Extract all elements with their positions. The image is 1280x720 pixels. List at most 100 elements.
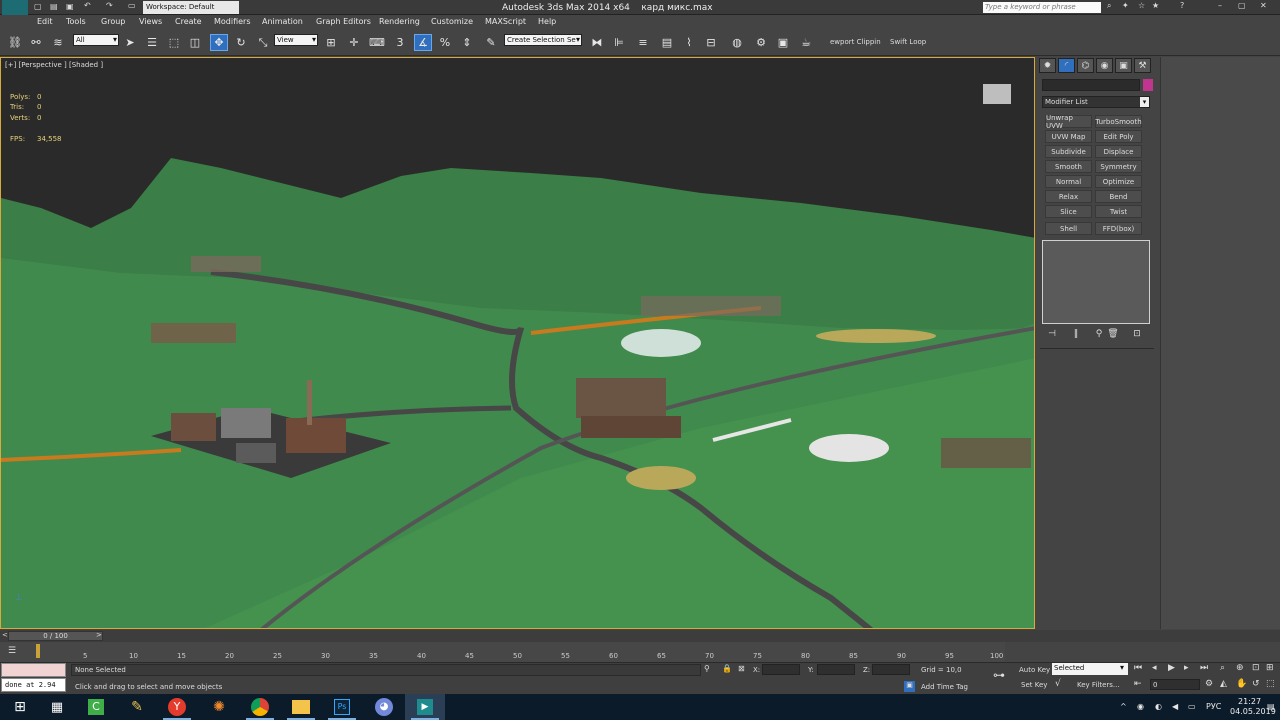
swift-loop-label[interactable]: Swift Loop (890, 38, 926, 46)
spinner-snap-icon[interactable]: ⇕ (458, 34, 476, 51)
play-icon[interactable]: ▶ (1168, 663, 1175, 673)
undo-icon[interactable]: ↶ (84, 1, 91, 10)
language-indicator[interactable]: РУС (1206, 702, 1221, 711)
quick-new-icon[interactable]: ▢ (34, 2, 42, 11)
app-logo[interactable] (2, 0, 28, 15)
window-crossing-icon[interactable]: ◫ (186, 34, 204, 51)
perspective-viewport[interactable]: [+] [Perspective ] [Shaded ] Polys: 0 Tr… (0, 57, 1035, 629)
pan-icon[interactable]: ✋ (1236, 679, 1247, 689)
search-icon[interactable]: ⌕ (1107, 1, 1111, 11)
maxscript-output[interactable]: done at 2.94 (1, 678, 66, 692)
menu-modifiers[interactable]: Modifiers (214, 17, 251, 26)
orbit-icon[interactable]: ↺ (1252, 679, 1260, 689)
modifier-list-arrow-icon[interactable]: ▾ (1140, 97, 1149, 107)
network-icon[interactable]: ◐ (1155, 702, 1162, 711)
key-mode-toggle-icon[interactable]: ⇤ (1134, 679, 1142, 689)
modifier-button[interactable]: FFD(box) (1095, 222, 1142, 235)
unlink-icon[interactable]: ⚯ (27, 34, 45, 51)
minimize-icon[interactable]: – (1218, 1, 1222, 10)
hierarchy-tab-icon[interactable]: ⌬ (1077, 58, 1094, 73)
edit-named-selection-icon[interactable]: ✎ (482, 34, 500, 51)
modifier-button[interactable]: Bend (1095, 190, 1142, 203)
modifier-button[interactable]: Smooth (1045, 160, 1092, 173)
auto-key-button[interactable]: Auto Key (1019, 666, 1050, 674)
time-tag-icon[interactable]: ▣ (904, 681, 915, 692)
clock-time[interactable]: 21:27 (1238, 697, 1261, 706)
modify-tab-icon[interactable]: ◜ (1058, 58, 1075, 73)
select-object-icon[interactable]: ➤ (121, 34, 139, 51)
project-folder-icon[interactable]: ▭ (128, 1, 136, 10)
goto-end-icon[interactable]: ⏭ (1200, 663, 1208, 673)
align-icon[interactable]: ⊫ (610, 34, 628, 51)
notifications-icon[interactable]: ▤ (1267, 702, 1275, 711)
percent-snap-icon[interactable]: % (436, 34, 454, 51)
render-icon[interactable]: ☕ (797, 34, 815, 51)
favorites-icon[interactable]: ★ (1152, 1, 1159, 10)
ribbon-icon[interactable]: ▤ (658, 34, 676, 51)
menu-views[interactable]: Views (139, 17, 162, 26)
start-button-icon[interactable]: ⊞ (0, 694, 40, 720)
modifier-button[interactable]: Relax (1045, 190, 1092, 203)
mirror-icon[interactable]: ⧓ (588, 34, 606, 51)
close-icon[interactable]: ✕ (1260, 1, 1267, 10)
chrome-icon[interactable] (240, 694, 280, 720)
key-filters-button[interactable]: Key Filters... (1077, 681, 1120, 689)
set-key-button[interactable]: Set Key (1021, 681, 1047, 689)
rendered-frame-icon[interactable]: ▣ (774, 34, 792, 51)
goto-start-icon[interactable]: ⏮ (1134, 663, 1142, 673)
time-config-icon[interactable]: ⚙ (1205, 679, 1213, 689)
create-tab-icon[interactable]: ✹ (1039, 58, 1056, 73)
lock-selection-icon[interactable]: 🔒 (722, 664, 732, 673)
quick-open-icon[interactable]: ▤ (50, 2, 58, 11)
select-by-name-icon[interactable]: ☰ (143, 34, 161, 51)
menu-graph-editors[interactable]: Graph Editors (316, 17, 371, 26)
select-and-link-icon[interactable]: ⛓ (6, 34, 24, 51)
modifier-button[interactable]: Optimize (1095, 175, 1142, 188)
menu-edit[interactable]: Edit (37, 17, 53, 26)
keyboard-icon[interactable]: ▭ (1188, 702, 1196, 711)
menu-tools[interactable]: Tools (66, 17, 86, 26)
key-mode-arrow-icon[interactable]: ▾ (1120, 663, 1124, 672)
select-and-scale-icon[interactable]: ⤡ (254, 34, 272, 51)
menu-maxscript[interactable]: MAXScript (485, 17, 526, 26)
pen-tool-icon[interactable]: ✎ (117, 694, 157, 720)
named-selection-dropdown[interactable]: Create Selection Se (504, 34, 582, 46)
menu-animation[interactable]: Animation (262, 17, 303, 26)
file-explorer-icon[interactable] (281, 694, 321, 720)
modifier-button[interactable]: Subdivide (1045, 145, 1092, 158)
show-end-result-icon[interactable]: ‖ (1069, 329, 1083, 342)
material-editor-icon[interactable]: ◍ (728, 34, 746, 51)
field-of-view-icon[interactable]: ◭ (1220, 679, 1227, 689)
make-unique-icon[interactable]: ⚲ (1092, 329, 1106, 342)
tray-expand-icon[interactable]: ^ (1120, 702, 1127, 711)
modifier-button[interactable]: Displace (1095, 145, 1142, 158)
select-and-rotate-icon[interactable]: ↻ (232, 34, 250, 51)
schematic-view-icon[interactable]: ⊟ (702, 34, 720, 51)
menu-rendering[interactable]: Rendering (379, 17, 420, 26)
prev-frame-icon[interactable]: < (2, 631, 8, 639)
object-color-swatch[interactable] (1143, 79, 1153, 91)
modifier-button[interactable]: Unwrap UVW (1045, 114, 1092, 130)
pivot-center-icon[interactable]: ⊞ (322, 34, 340, 51)
origin-icon[interactable]: ✺ (199, 694, 239, 720)
x-coordinate-field[interactable] (762, 664, 800, 675)
z-coordinate-field[interactable] (872, 664, 910, 675)
selection-filter-dropdown[interactable]: All (73, 34, 119, 46)
prev-key-icon[interactable]: ◂ (1152, 663, 1157, 673)
quick-save-icon[interactable]: ▣ (66, 2, 74, 11)
modifier-button[interactable]: Normal (1045, 175, 1092, 188)
modifier-button[interactable]: TurboSmooth (1095, 115, 1142, 128)
modifier-list-dropdown[interactable]: Modifier List (1042, 96, 1150, 108)
3dsmax-icon[interactable]: ▶ (405, 694, 445, 720)
select-manipulate-icon[interactable]: ✛ (345, 34, 363, 51)
maximize-viewport-icon[interactable]: ⬚ (1266, 679, 1275, 689)
set-key-icon[interactable]: ⊶ (993, 668, 1005, 682)
configure-sets-icon[interactable]: ⊡ (1130, 329, 1144, 342)
y-coordinate-field[interactable] (817, 664, 855, 675)
yandex-browser-icon[interactable]: Y (157, 694, 197, 720)
modifier-stack[interactable] (1042, 240, 1150, 324)
zoom-extents-all-icon[interactable]: ⊞ (1266, 663, 1274, 673)
viewport-clipping-label[interactable]: ewport Clippin (830, 38, 881, 46)
redo-icon[interactable]: ↷ (106, 1, 113, 10)
modifier-button[interactable]: Slice (1045, 205, 1092, 218)
